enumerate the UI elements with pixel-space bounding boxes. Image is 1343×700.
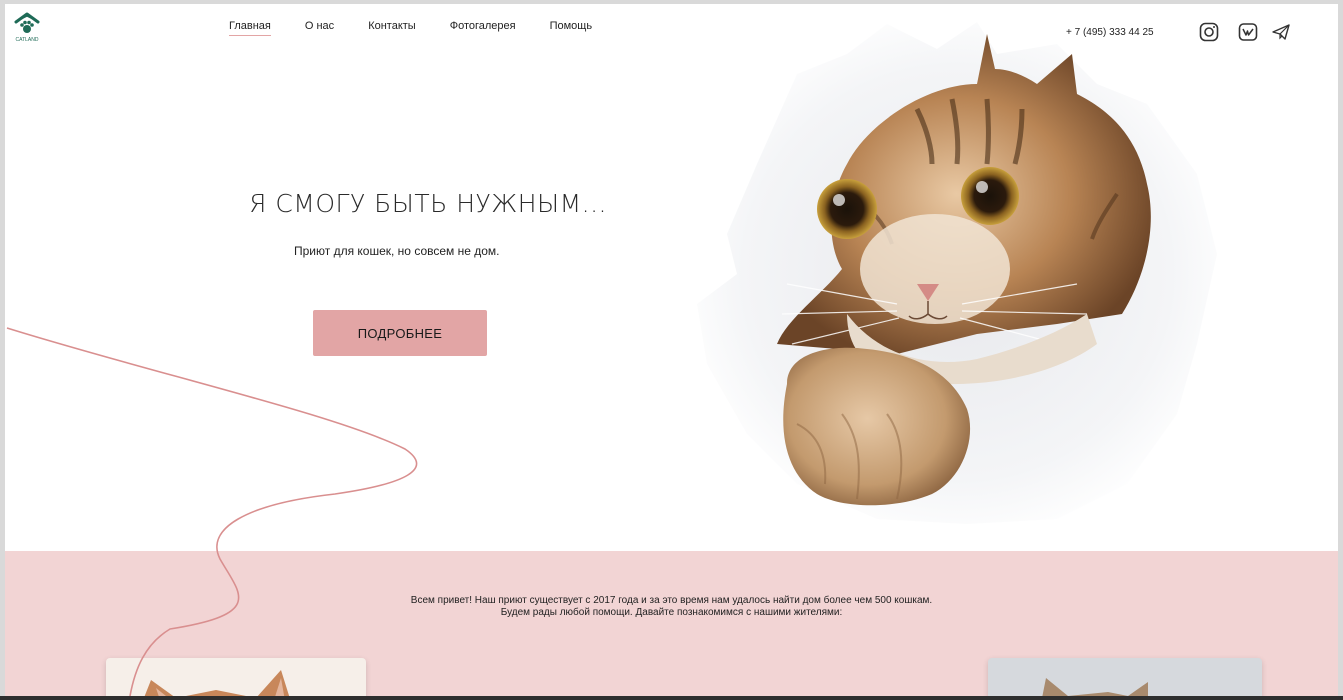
hero-title: Я СМОГУ БЫТЬ НУЖНЫМ... (249, 188, 607, 218)
main-nav: Главная О нас Контакты Фотогалерея Помощ… (229, 20, 626, 36)
nav-item-home[interactable]: Главная (229, 20, 271, 36)
cat-photo-left (144, 670, 290, 696)
about-line-2: Будем рады любой помощи. Давайте познако… (500, 607, 843, 618)
nav-item-help[interactable]: Помощь (550, 20, 593, 32)
hero-cat-image (677, 14, 1237, 528)
about-text: Всем привет! Наш приют существует с 2017… (5, 595, 1338, 619)
logo[interactable]: CATLAND (14, 11, 40, 45)
logo-text: CATLAND (15, 37, 39, 43)
vk-icon[interactable] (1238, 22, 1258, 42)
window-bottom-bar (0, 696, 1343, 700)
nav-item-about[interactable]: О нас (305, 20, 334, 32)
about-line-1: Всем привет! Наш приют существует с 2017… (410, 595, 933, 606)
cat-photo-right (1042, 678, 1148, 696)
nav-item-gallery[interactable]: Фотогалерея (450, 20, 516, 32)
house-paw-icon (14, 12, 40, 33)
hero-subtitle: Приют для кошек, но совсем не дом. (294, 244, 500, 258)
cat-card-left[interactable] (106, 658, 366, 696)
more-button[interactable]: ПОДРОБНЕЕ (313, 310, 487, 356)
nav-item-contacts[interactable]: Контакты (368, 20, 416, 32)
about-section: Всем привет! Наш приют существует с 2017… (5, 551, 1338, 696)
telegram-icon[interactable] (1271, 22, 1291, 42)
cat-card-right[interactable] (988, 658, 1262, 696)
page: CATLAND Главная О нас Контакты Фотогалер… (5, 4, 1338, 696)
